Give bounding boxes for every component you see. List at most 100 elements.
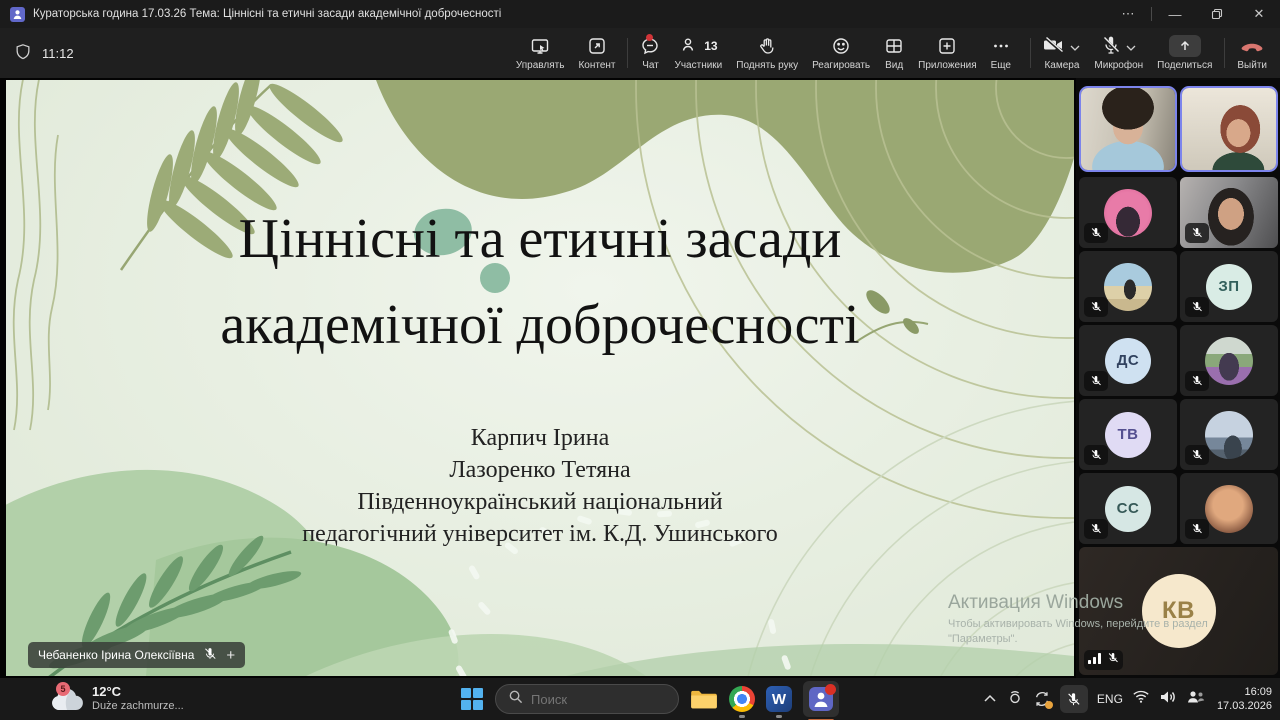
avatar: [1205, 485, 1253, 533]
screen: Кураторська година 17.03.26 Тема: Цінніс…: [0, 0, 1280, 720]
language-indicator[interactable]: ENG: [1097, 692, 1123, 706]
participant-tile-3[interactable]: [1079, 177, 1177, 248]
participant-video: [1081, 88, 1175, 170]
participant-tile-2[interactable]: [1180, 86, 1278, 172]
slide-title-line1: Ціннісні та етичні засади: [6, 196, 1074, 282]
manage-button[interactable]: Управлять: [509, 32, 572, 74]
window-more-button[interactable]: ⋯: [1107, 0, 1149, 28]
connection-and-mic-badge: [1084, 650, 1123, 670]
tray-chevron-up-icon[interactable]: [983, 690, 997, 708]
participant-tile-9[interactable]: ТВ: [1079, 399, 1177, 470]
share-up-icon: [1169, 35, 1201, 57]
camera-button[interactable]: Камера: [1036, 32, 1087, 74]
participant-tile-10[interactable]: [1180, 399, 1278, 470]
camera-off-icon: [1043, 35, 1065, 58]
presenter-name-label[interactable]: Чебаненко Ірина Олексіївна +: [28, 642, 245, 668]
tray-people-icon[interactable]: [1186, 689, 1206, 710]
chrome-button[interactable]: [729, 686, 755, 712]
mic-dropdown-chevron-icon[interactable]: [1126, 39, 1136, 54]
start-button[interactable]: [460, 687, 484, 711]
participant-tile-13[interactable]: КВ: [1079, 547, 1278, 675]
toolbar-separator: [1030, 38, 1031, 68]
participants-button[interactable]: 13 Участники: [667, 32, 729, 74]
participant-tile-4[interactable]: [1180, 177, 1278, 248]
participant-tile-11[interactable]: СС: [1079, 473, 1177, 544]
initials-avatar: КВ: [1142, 574, 1216, 648]
camera-dropdown-chevron-icon[interactable]: [1070, 39, 1080, 54]
mic-muted-icon: [203, 647, 217, 664]
initials-avatar: ДС: [1105, 338, 1151, 384]
slide-title-line2: академічної доброчесності: [6, 282, 1074, 368]
teams-icon: [809, 687, 833, 711]
raise-hand-icon: [757, 35, 777, 57]
initials-avatar: ТВ: [1105, 412, 1151, 458]
people-icon: [679, 35, 699, 58]
participant-tile-5[interactable]: [1079, 251, 1177, 322]
maximize-restore-button[interactable]: [1196, 0, 1238, 28]
taskbar-search[interactable]: [495, 684, 679, 714]
presentation-slide: Ціннісні та етичні засади академічної до…: [6, 80, 1074, 676]
share-button[interactable]: Поделиться: [1150, 32, 1219, 74]
weather-widget[interactable]: 5 12°C Duże zachmurze...: [50, 678, 184, 720]
shield-icon: [14, 43, 32, 64]
taskbar-clock[interactable]: 16:09 17.03.2026: [1217, 685, 1272, 713]
participant-tile-1[interactable]: [1079, 86, 1177, 172]
teams-notification-dot: [825, 684, 836, 695]
apps-button[interactable]: Приложения: [911, 32, 984, 74]
participant-tile-12[interactable]: [1180, 473, 1278, 544]
tray-circle-icon[interactable]: [1006, 688, 1024, 711]
weather-alert-badge: 5: [56, 682, 70, 696]
raise-hand-button[interactable]: Поднять руку: [729, 32, 805, 74]
mic-off-icon: [1101, 35, 1121, 58]
leave-button[interactable]: Выйти: [1230, 32, 1274, 74]
window-controls: ⋯ — ✕: [1107, 0, 1280, 28]
pin-add-button[interactable]: +: [226, 648, 235, 663]
tray-sync-icon[interactable]: [1033, 690, 1051, 708]
running-indicator: [776, 715, 782, 718]
sync-status-dot: [1045, 701, 1053, 709]
word-icon: W: [766, 686, 792, 712]
search-input[interactable]: [531, 692, 666, 707]
share-content-icon: [587, 35, 607, 57]
mic-muted-badge: [1084, 297, 1108, 317]
screen-control-icon: [530, 35, 550, 57]
mic-muted-badge: [1084, 519, 1108, 539]
file-explorer-button[interactable]: [690, 687, 718, 711]
participant-tile-6[interactable]: ЗП: [1180, 251, 1278, 322]
weather-temperature: 12°C: [92, 685, 184, 699]
view-button[interactable]: Вид: [877, 32, 911, 74]
avatar: [1104, 189, 1152, 237]
toolbar-separator: [627, 38, 628, 68]
mic-muted-badge: [1185, 297, 1209, 317]
volume-icon[interactable]: [1159, 689, 1177, 710]
react-button[interactable]: Реагировать: [805, 32, 877, 74]
tray-mic-muted-icon[interactable]: [1060, 685, 1088, 713]
more-button[interactable]: Еще: [984, 32, 1018, 74]
slide-decorations: [6, 80, 1074, 676]
mic-muted-badge: [1185, 445, 1209, 465]
author-line: Південноукраїнський національний: [6, 486, 1074, 518]
wifi-icon[interactable]: [1132, 689, 1150, 709]
teams-app-icon: [10, 7, 25, 22]
teams-button[interactable]: [803, 681, 839, 717]
minimize-button[interactable]: —: [1154, 0, 1196, 28]
meeting-toolbar: 11:12 Управлять Контент Чат 13: [0, 28, 1280, 78]
participants-count: 13: [704, 39, 717, 53]
author-line: Карпич Ірина: [6, 422, 1074, 454]
signal-bars-icon: [1088, 651, 1101, 669]
chrome-icon: [729, 686, 755, 712]
content-button[interactable]: Контент: [571, 32, 622, 74]
participant-tile-8[interactable]: [1180, 325, 1278, 396]
close-button[interactable]: ✕: [1238, 0, 1280, 28]
slide-authors: Карпич Ірина Лазоренко Тетяна Південноук…: [6, 422, 1074, 550]
microphone-button[interactable]: Микрофон: [1087, 32, 1150, 74]
author-line: педагогічний університет ім. К.Д. Ушинсь…: [6, 518, 1074, 550]
word-button[interactable]: W: [766, 686, 792, 712]
participant-tile-7[interactable]: ДС: [1079, 325, 1177, 396]
participant-video: [1182, 88, 1276, 170]
tray-date: 17.03.2026: [1217, 699, 1272, 713]
meeting-stage: Ціннісні та етичні засади академічної до…: [0, 78, 1280, 678]
cloud-icon: 5: [50, 686, 84, 712]
author-line: Лазоренко Тетяна: [6, 454, 1074, 486]
chat-button[interactable]: Чат: [633, 32, 667, 74]
